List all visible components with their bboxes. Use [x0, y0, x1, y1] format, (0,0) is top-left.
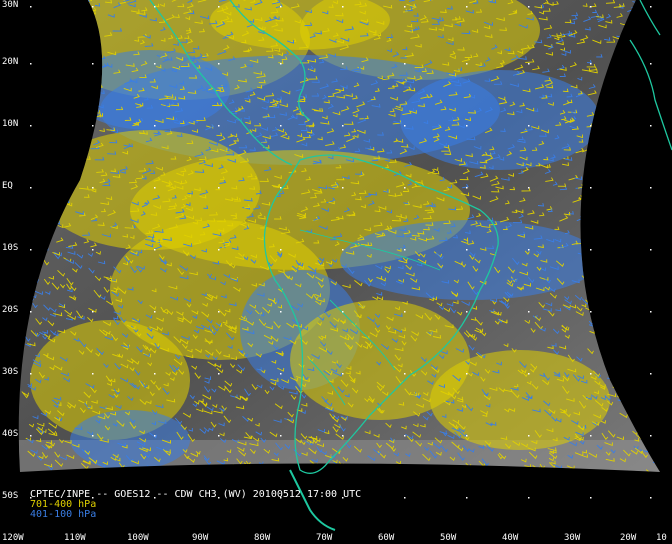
lon-label-40w: 40W	[502, 533, 519, 543]
lat-label-30n: 30N	[2, 0, 19, 10]
satellite-wind-map	[0, 0, 672, 544]
lon-label-50w: 50W	[440, 533, 457, 543]
lon-label-120w: 120W	[2, 533, 24, 543]
lon-label-60w: 60W	[378, 533, 395, 543]
lon-label-100w: 100W	[127, 533, 149, 543]
legend-high-level: 401-100 hPa	[30, 509, 97, 520]
lon-label-10w: 10	[656, 533, 667, 543]
map-caption: CPTEC/INPE -- GOES12 -- CDW CH3 (WV) 201…	[30, 490, 361, 520]
lat-label-20n: 20N	[2, 57, 19, 67]
lon-label-20w: 20W	[620, 533, 637, 543]
lat-label-40s: 40S	[2, 429, 19, 439]
lat-label-20s: 20S	[2, 305, 19, 315]
lon-label-70w: 70W	[316, 533, 333, 543]
lon-label-90w: 90W	[192, 533, 209, 543]
lon-label-110w: 110W	[64, 533, 86, 543]
lat-label-30s: 30S	[2, 367, 19, 377]
lat-label-50s: 50S	[2, 491, 19, 501]
lat-label-10s: 10S	[2, 243, 19, 253]
lat-label-10n: 10N	[2, 119, 19, 129]
lat-label-eq: EQ	[2, 181, 13, 191]
lon-label-80w: 80W	[254, 533, 271, 543]
lon-label-30w: 30W	[564, 533, 581, 543]
